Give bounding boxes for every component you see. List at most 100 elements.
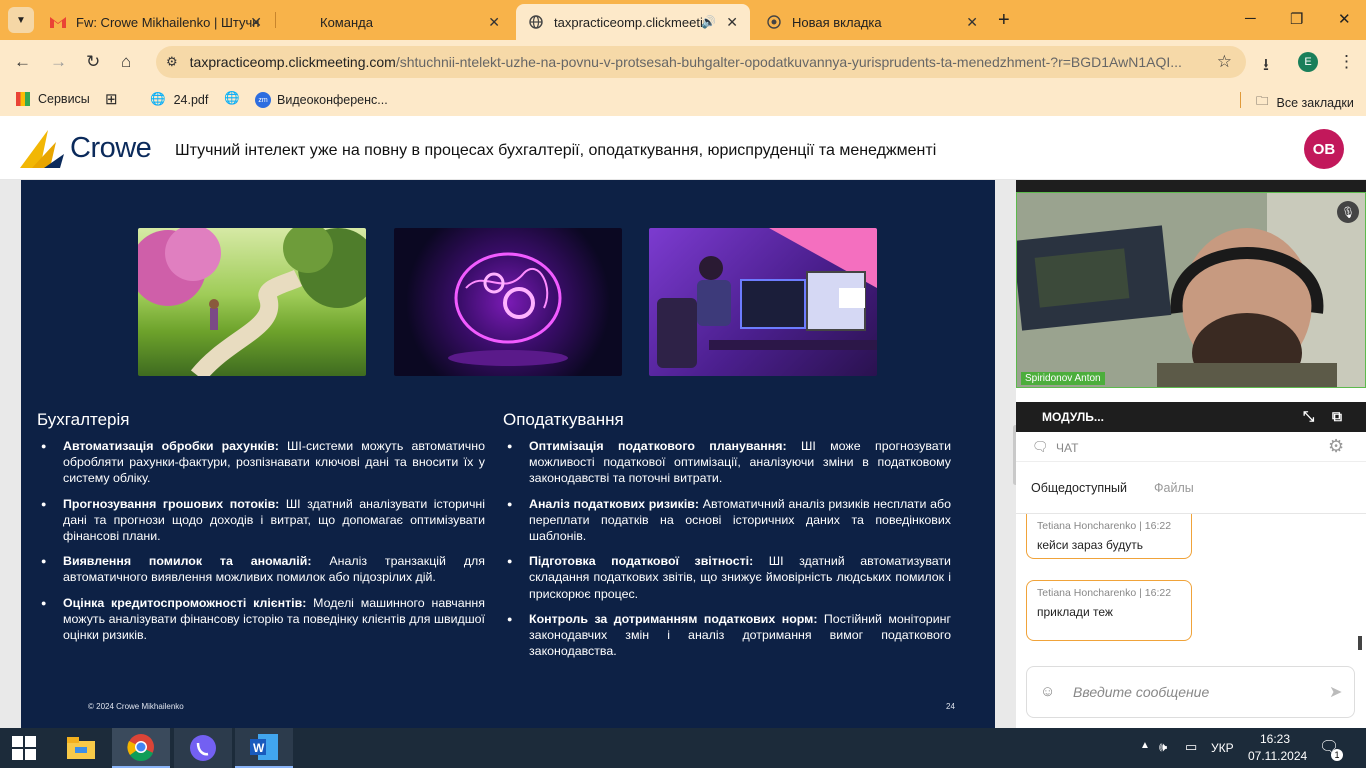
folder-icon xyxy=(67,737,95,759)
divider xyxy=(1240,92,1241,108)
tab-team[interactable]: Команда ✕ xyxy=(282,4,512,40)
restore-icon[interactable]: ❐ xyxy=(1290,10,1303,28)
bookmark-pdf[interactable]: 🌐 24.pdf xyxy=(150,92,208,107)
speaker-name: Spiridonov Anton xyxy=(1021,372,1105,385)
chrome-taskbar-button[interactable] xyxy=(112,728,170,768)
url-bar[interactable]: ⚙ taxpracticeomp.clickmeeting.com/shtuch… xyxy=(156,46,1246,78)
tab-clickmeeting[interactable]: taxpracticeomp.clickmeetin 🔊 ✕ xyxy=(516,4,750,40)
chat-message: Tetiana Honcharenko | 16:22 приклади теж xyxy=(1026,580,1192,641)
chevron-down-icon: ▼ xyxy=(16,14,26,26)
presentation-slide: Бухгалтерія Автоматизація обробки рахунк… xyxy=(21,180,995,728)
microphone-icon[interactable]: 🎙 xyxy=(1337,201,1359,223)
tab-groups-icon[interactable]: ⊞ xyxy=(105,90,118,108)
gmail-icon xyxy=(50,14,66,30)
list-item: Аналіз податкових ризиків: Автоматичний … xyxy=(503,496,951,545)
close-icon[interactable]: ✕ xyxy=(726,14,738,31)
viber-icon xyxy=(190,735,216,761)
word-taskbar-button[interactable]: W xyxy=(235,728,293,768)
crowe-logo-text: Crowe xyxy=(70,132,152,164)
home-icon[interactable]: ⌂ xyxy=(121,52,131,72)
minimize-icon[interactable]: ─ xyxy=(1245,10,1256,27)
list-item: Контроль за дотриманням податкових норм:… xyxy=(503,611,951,660)
close-icon[interactable]: ✕ xyxy=(966,14,978,31)
chat-input-placeholder: Введите сообщение xyxy=(1073,684,1210,700)
tab-files[interactable]: Файлы xyxy=(1154,481,1194,495)
ai-brain-image xyxy=(394,228,622,376)
taxation-column: Оподаткування Оптимізація податкового пл… xyxy=(503,410,951,668)
bookmark-videoconf[interactable]: zm Видеоконференс... xyxy=(255,92,388,108)
chat-message: Tetiana Honcharenko | 16:22 кейси зараз … xyxy=(1026,514,1192,559)
tab-gmail[interactable]: Fw: Crowe Mikhailenko | Штучн ✕ xyxy=(38,4,274,40)
tab-search-button[interactable]: ▼ xyxy=(8,7,34,33)
accounting-column: Бухгалтерія Автоматизація обробки рахунк… xyxy=(37,410,485,652)
all-bookmarks[interactable]: 🗀 Все закладки xyxy=(1256,92,1354,113)
speaker-video[interactable]: 🎙 Spiridonov Anton xyxy=(1016,192,1366,388)
viber-taskbar-button[interactable] xyxy=(174,728,232,768)
start-button[interactable] xyxy=(0,728,48,768)
forward-arrow-icon[interactable]: → xyxy=(50,52,67,72)
section-heading: Оподаткування xyxy=(503,410,624,429)
clock-date[interactable]: 07.11.2024 xyxy=(1248,749,1307,763)
notification-count: 1 xyxy=(1331,749,1343,761)
url-path: /shtuchnii-ntelekt-uzhe-na-povnu-v-prots… xyxy=(395,54,1182,70)
battery-icon[interactable]: ▭ xyxy=(1185,739,1197,755)
menu-dots-icon[interactable]: ⋮ xyxy=(1338,52,1355,72)
tab-public[interactable]: Общедоступный xyxy=(1031,481,1127,495)
download-icon[interactable]: ⭳ xyxy=(1263,52,1269,81)
bookmark-services[interactable]: Сервисы xyxy=(16,92,90,106)
apps-grid-icon xyxy=(16,92,30,106)
webinar-header: Crowe Штучний інтелект уже на повну в пр… xyxy=(0,120,1366,180)
language-indicator[interactable]: УКР xyxy=(1211,741,1234,755)
list-item: Прогнозування грошових потоків: ШІ здатн… xyxy=(37,496,485,545)
list-item: Виявлення помилок та аномалій: Аналіз тр… xyxy=(37,553,485,585)
chrome-icon xyxy=(127,734,154,761)
chat-header: 🗨 ЧАТ ⚙ xyxy=(1016,432,1366,462)
tab-new[interactable]: Новая вкладка ✕ xyxy=(754,4,990,40)
crowe-logo-mark xyxy=(20,130,64,168)
back-arrow-icon[interactable]: ← xyxy=(14,52,31,72)
tab-title: Новая вкладка xyxy=(792,14,882,30)
gear-icon[interactable]: ⚙ xyxy=(1328,436,1344,457)
folder-icon: 🗀 xyxy=(1256,94,1269,108)
minimize-panel-icon[interactable]: ⤡ xyxy=(1303,408,1314,425)
tab-title: taxpracticeomp.clickmeetin xyxy=(554,14,704,30)
globe-icon: 🌐 xyxy=(150,92,166,106)
svg-text:W: W xyxy=(253,741,265,755)
close-icon[interactable]: ✕ xyxy=(488,14,500,31)
list-item: Підготовка податкової звітності: ШІ здат… xyxy=(503,553,951,602)
reload-icon[interactable]: ↻ xyxy=(86,52,100,72)
zoom-icon: zm xyxy=(255,92,271,108)
video-top-strip xyxy=(1016,180,1366,192)
park-image xyxy=(138,228,366,376)
tab-title: Fw: Crowe Mikhailenko | Штучн xyxy=(76,14,260,30)
chat-scrollbar[interactable] xyxy=(1358,636,1362,650)
send-icon[interactable]: ➤ xyxy=(1329,682,1342,702)
site-settings-icon[interactable]: ⚙ xyxy=(166,54,178,70)
avatar[interactable]: ОВ xyxy=(1304,129,1344,169)
profile-avatar[interactable]: E xyxy=(1298,52,1318,72)
module-label[interactable]: МОДУЛЬ... xyxy=(1042,410,1104,424)
speaker-icon[interactable]: 🔊 xyxy=(701,15,716,29)
address-toolbar: ← → ↻ ⌂ ⚙ taxpracticeomp.clickmeeting.co… xyxy=(0,40,1366,84)
star-icon[interactable]: ☆ xyxy=(1217,52,1232,72)
chat-input[interactable]: ☺ Введите сообщение ➤ xyxy=(1026,666,1355,718)
new-tab-button[interactable]: + xyxy=(998,9,1010,32)
emoji-icon[interactable]: ☺ xyxy=(1040,683,1055,700)
chevron-up-icon[interactable]: ▲ xyxy=(1140,740,1150,751)
close-icon[interactable]: ✕ xyxy=(250,14,262,31)
workstation-image xyxy=(649,228,877,376)
tab-title: Команда xyxy=(320,14,373,30)
close-window-icon[interactable]: ✕ xyxy=(1338,10,1351,28)
volume-icon[interactable]: 🕪 xyxy=(1159,739,1167,755)
clock-time[interactable]: 16:23 xyxy=(1260,732,1290,746)
taskbar: W ▲ 🕪 ▭ УКР 16:23 07.11.2024 🗨 1 xyxy=(0,728,1366,768)
list-item: Автоматизація обробки рахунків: ШІ-систе… xyxy=(37,438,485,487)
list-item: Оптимізація податкового планування: ШІ м… xyxy=(503,438,951,487)
slide-page-number: 24 xyxy=(946,702,955,711)
chrome-icon xyxy=(766,14,782,30)
windows-icon xyxy=(12,736,36,760)
globe-icon[interactable]: 🌐 xyxy=(224,91,240,106)
file-explorer-button[interactable] xyxy=(52,728,110,768)
chat-icon: 🗨 xyxy=(1032,439,1049,454)
popout-icon[interactable]: ⧉ xyxy=(1332,408,1342,425)
